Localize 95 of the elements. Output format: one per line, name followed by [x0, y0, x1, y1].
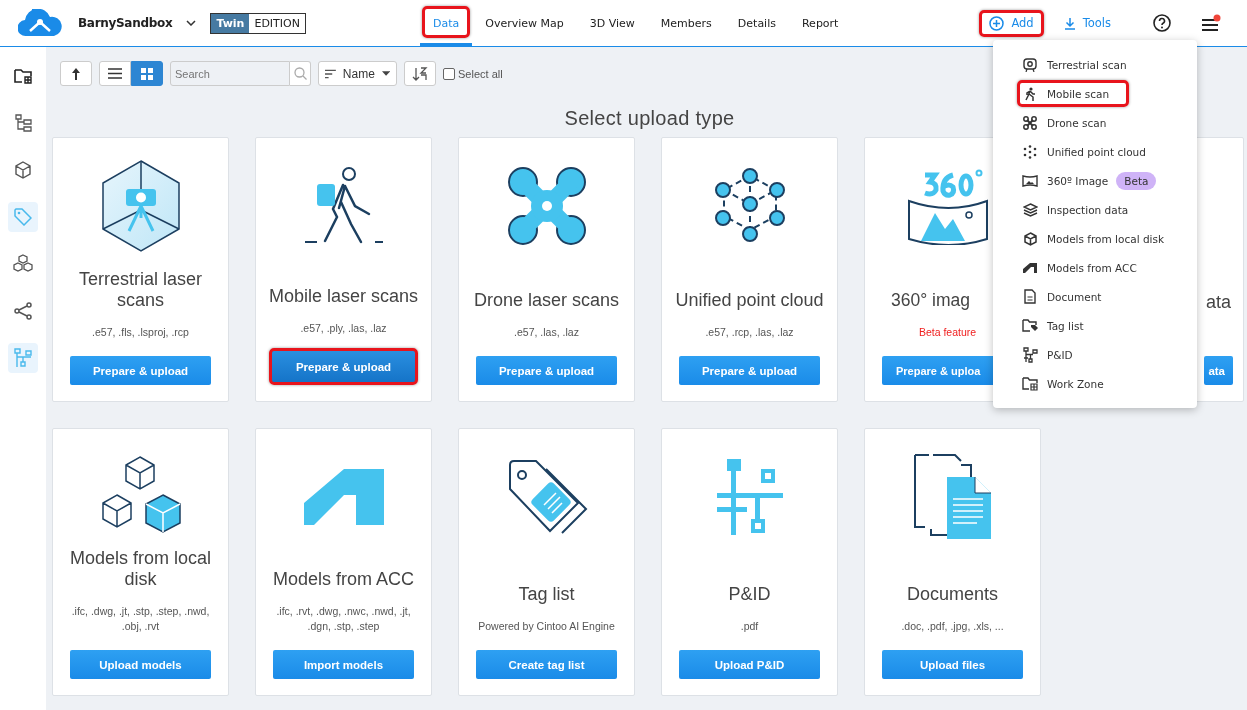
- card-subtitle: .e57, .rcp, .las, .laz: [705, 325, 794, 340]
- sort-dropdown[interactable]: Name: [318, 61, 397, 86]
- point-cloud-icon: [1023, 144, 1037, 159]
- tools-button[interactable]: Tools: [1057, 15, 1117, 31]
- diagram-icon: [1022, 346, 1038, 363]
- search-icon: [293, 67, 307, 80]
- menu-item-label: Models from ACC: [1047, 261, 1137, 274]
- nav-tab[interactable]: Report: [788, 0, 852, 46]
- card-title: Unified point cloud: [675, 290, 824, 311]
- card-title: ata: [1205, 292, 1231, 313]
- sort-order-icon: [412, 66, 428, 81]
- beta-badge: Beta: [1116, 171, 1157, 190]
- plus-circle-icon: [989, 15, 1005, 31]
- add-button[interactable]: Add: [979, 9, 1044, 37]
- menu-item[interactable]: Drone scan: [993, 108, 1197, 137]
- card-subtitle: .e57, .fls, .lsproj, .rcp: [92, 325, 189, 340]
- cubes-icon: [13, 254, 33, 274]
- diagram-icon: [14, 348, 32, 368]
- card-subtitle: .e57, .ply, .las, .laz: [300, 321, 387, 336]
- menu-item-label: Document: [1047, 290, 1102, 303]
- card-subtitle: .doc, .pdf, .jpg, .xls, ...: [901, 619, 1004, 634]
- cloud-logo-icon[interactable]: [18, 9, 62, 37]
- menu-item-label: Models from local disk: [1047, 232, 1165, 245]
- scanner-icon: [1023, 57, 1037, 72]
- help-icon[interactable]: [1153, 14, 1171, 32]
- download-icon: [1063, 16, 1076, 30]
- menu-item-label: P&ID: [1047, 348, 1073, 361]
- menu-item-label: Terrestrial scan: [1047, 58, 1127, 71]
- folder-icon: [14, 68, 32, 84]
- card-action-button[interactable]: Prepare & upload: [269, 348, 418, 385]
- card-title: Terrestrial laser scans: [78, 269, 203, 311]
- menu-item[interactable]: Models from ACC: [993, 253, 1197, 282]
- menu-item-label: 360º Image: [1047, 174, 1109, 187]
- chevron-down-icon[interactable]: [186, 20, 197, 26]
- upload-button[interactable]: [60, 61, 92, 86]
- menu-item[interactable]: Tag list: [993, 311, 1197, 340]
- menu-item[interactable]: Document: [993, 282, 1197, 311]
- sort-order-button[interactable]: [404, 61, 436, 86]
- menu-item[interactable]: Terrestrial scan: [993, 50, 1197, 79]
- cube-icon: [15, 161, 31, 179]
- card-subtitle: Beta feature: [918, 325, 977, 340]
- search-field[interactable]: Search: [170, 61, 290, 86]
- grid-view-button[interactable]: [131, 61, 163, 86]
- card-title: 360° imag: [891, 290, 970, 311]
- menu-item[interactable]: Mobile scan: [993, 79, 1197, 108]
- edition-badge: Twin EDITION: [210, 12, 306, 34]
- menu-item-label: Work Zone: [1047, 377, 1104, 390]
- card-subtitle: .ifc, .rvt, .dwg, .nwc, .nwd, .jt, .dgn, .stp, .step: [275, 604, 412, 634]
- ramp-icon: [1023, 262, 1037, 273]
- list-icon: [108, 68, 122, 79]
- card-title: Documents: [906, 584, 998, 605]
- tree-icon: [14, 114, 32, 132]
- up-arrow-icon: [71, 66, 81, 81]
- menu-item[interactable]: Models from local disk: [993, 224, 1197, 253]
- card-subtitle: Powered by Cintoo AI Engine: [478, 619, 615, 634]
- nav-tab[interactable]: Members: [647, 0, 725, 46]
- page-heading: Select upload type: [564, 107, 735, 130]
- walking-person-icon: [1024, 86, 1036, 101]
- card-title: P&ID: [728, 584, 771, 605]
- menu-item[interactable]: Unified point cloud: [993, 137, 1197, 166]
- nav-tab[interactable]: Details: [724, 0, 789, 46]
- caret-icon: [381, 71, 390, 76]
- card-title: Models from ACC: [272, 569, 414, 590]
- cube-icon: [1023, 231, 1037, 246]
- layers-icon: [1022, 202, 1038, 217]
- menu-item[interactable]: Inspection data: [993, 195, 1197, 224]
- nav-tab[interactable]: Overview Map: [472, 0, 577, 46]
- nav-tab[interactable]: 3D View: [576, 0, 648, 46]
- menu-item-label: Unified point cloud: [1047, 145, 1146, 158]
- document-icon: [1024, 289, 1036, 304]
- card-subtitle: .ifc, .dwg, .jt, .stp, .step, .nwd, .obj, .rvt: [70, 604, 211, 634]
- tag-folder-icon: [1022, 319, 1038, 332]
- folder-icon: [1022, 376, 1038, 391]
- card-subtitle: .pdf: [740, 619, 759, 634]
- nav-tab[interactable]: Data: [420, 0, 473, 46]
- select-all-checkbox[interactable]: Select all: [443, 67, 503, 80]
- menu-item-label: Tag list: [1047, 319, 1084, 332]
- share-icon: [14, 302, 32, 320]
- tag-icon: [14, 208, 32, 226]
- list-view-button[interactable]: [99, 61, 131, 86]
- menu-item[interactable]: 360º Image Beta: [993, 166, 1197, 195]
- sort-lines-icon: [325, 68, 336, 79]
- panorama-icon: [1022, 174, 1038, 187]
- card-subtitle: .e57, .las, .laz: [514, 325, 579, 340]
- menu-item-label: Drone scan: [1047, 116, 1107, 129]
- card-title: Mobile laser scans: [268, 286, 419, 307]
- menu-item-label: Inspection data: [1047, 203, 1129, 216]
- card-title: Tag list: [518, 584, 575, 605]
- card-title: Drone laser scans: [473, 290, 620, 311]
- menu-icon[interactable]: [1201, 14, 1221, 32]
- card-title: Models from local disk: [68, 548, 212, 590]
- drone-icon: [1023, 115, 1037, 130]
- workspace-name: BarnySandbox: [78, 16, 173, 30]
- grid-icon: [141, 67, 153, 80]
- menu-item-label: Mobile scan: [1047, 87, 1110, 100]
